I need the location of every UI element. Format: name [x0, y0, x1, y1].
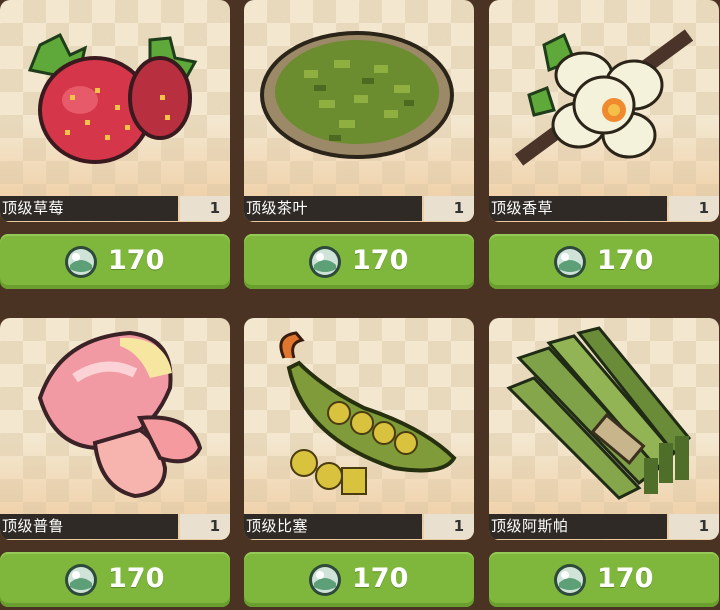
vanilla-flower-icon: [514, 29, 694, 166]
item-quantity: 1: [180, 514, 230, 539]
price-label: 170: [597, 245, 654, 276]
gem-orb-icon: [65, 246, 97, 278]
price-label: 170: [108, 563, 165, 594]
item-name: 顶级香草: [489, 196, 667, 221]
item-name: 顶级茶叶: [244, 196, 422, 221]
item-tile[interactable]: 顶级草莓 1: [0, 0, 230, 222]
gem-orb-icon: [309, 564, 341, 596]
strawberry-icon: [27, 32, 198, 164]
buy-button[interactable]: 170: [0, 234, 230, 289]
item-quantity: 1: [669, 514, 719, 539]
buy-button[interactable]: 170: [489, 234, 719, 289]
price-label: 170: [597, 563, 654, 594]
pink-mushroom-icon: [37, 330, 203, 499]
price-label: 170: [352, 245, 409, 276]
gem-orb-icon: [554, 246, 586, 278]
price-label: 170: [108, 245, 165, 276]
tea-leaf-bowl-icon: [260, 31, 454, 159]
buy-button[interactable]: 170: [489, 552, 719, 607]
gem-orb-icon: [65, 564, 97, 596]
buy-button[interactable]: 170: [244, 552, 474, 607]
item-name: 顶级草莓: [0, 196, 178, 221]
buy-button[interactable]: 170: [244, 234, 474, 289]
gem-orb-icon: [309, 246, 341, 278]
item-name: 顶级普鲁: [0, 514, 178, 539]
item-name: 顶级比塞: [244, 514, 422, 539]
pea-pod-icon: [279, 331, 457, 495]
price-label: 170: [352, 563, 409, 594]
item-tile[interactable]: 顶级香草 1: [489, 0, 719, 222]
item-quantity: 1: [180, 196, 230, 221]
gem-orb-icon: [554, 564, 586, 596]
item-tile[interactable]: 顶级比塞 1: [244, 318, 474, 540]
item-quantity: 1: [424, 514, 474, 539]
item-quantity: 1: [424, 196, 474, 221]
item-tile[interactable]: 顶级普鲁 1: [0, 318, 230, 540]
item-quantity: 1: [669, 196, 719, 221]
item-tile[interactable]: 顶级茶叶 1: [244, 0, 474, 222]
item-name: 顶级阿斯帕: [489, 514, 667, 539]
asparagus-bundle-icon: [506, 326, 692, 500]
item-tile[interactable]: 顶级阿斯帕 1: [489, 318, 719, 540]
buy-button[interactable]: 170: [0, 552, 230, 607]
